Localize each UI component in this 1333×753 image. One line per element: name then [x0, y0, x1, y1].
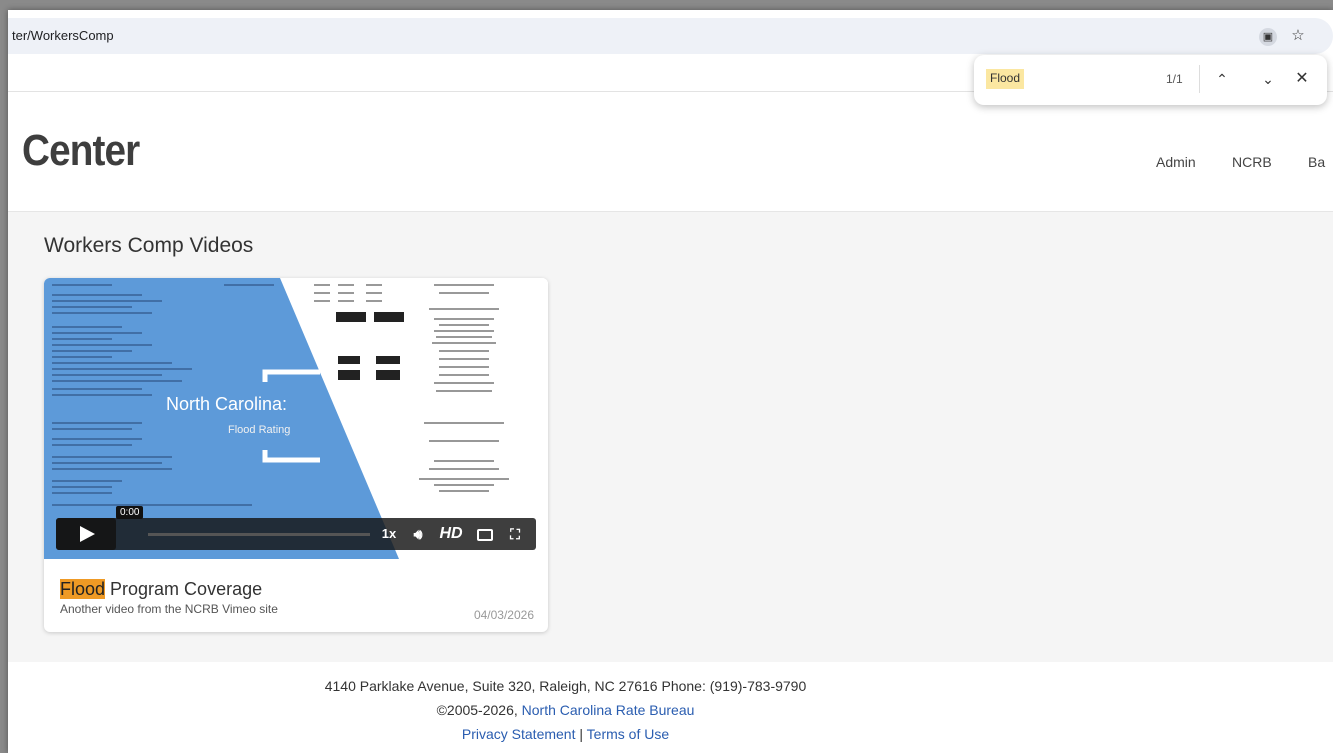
video-title-rest: Program Coverage	[105, 579, 263, 599]
footer-links: Privacy Statement | Terms of Use	[8, 726, 1123, 742]
video-title[interactable]: Flood Program Coverage	[60, 579, 262, 600]
close-icon[interactable]: ✕	[1290, 67, 1314, 91]
copyright-text: ©2005-2026,	[436, 702, 522, 718]
find-divider	[1199, 65, 1200, 93]
footer: 4140 Parklake Avenue, Suite 320, Raleigh…	[8, 662, 1333, 753]
progress-bar[interactable]	[148, 533, 370, 536]
terms-link[interactable]: Terms of Use	[587, 726, 669, 742]
find-next-icon[interactable]: ⌄	[1256, 67, 1280, 91]
main-content: Workers Comp Videos North Carolina: Floo…	[8, 212, 1333, 662]
video-description: Another video from the NCRB Vimeo site	[60, 602, 278, 616]
address-bar[interactable]: ter/WorkersComp ▣ ☆	[8, 18, 1333, 54]
footer-separator: |	[575, 726, 587, 742]
speed-button[interactable]: 1x	[378, 518, 400, 550]
volume-icon[interactable]: 🔊︎	[406, 518, 430, 550]
find-prev-icon[interactable]: ⌃	[1210, 67, 1234, 91]
nav-item-ncrb[interactable]: NCRB	[1232, 154, 1272, 170]
browser-window: ter/WorkersComp ▣ ☆ Center Admin NCRB Ba…	[8, 10, 1333, 753]
overlay-title: North Carolina:	[166, 394, 288, 414]
play-button[interactable]	[56, 518, 116, 550]
time-display: 0:00	[116, 506, 144, 519]
find-bar: Flood 1/1 ⌃ ⌄ ✕	[974, 55, 1327, 105]
pip-icon[interactable]	[474, 518, 496, 550]
nav-item-admin[interactable]: Admin	[1156, 154, 1196, 170]
find-count: 1/1	[1166, 72, 1183, 86]
player-controls: 0:00 1x 🔊︎ HD ⛶	[56, 506, 536, 550]
video-date: 04/03/2026	[473, 608, 534, 622]
site-header: Center Admin NCRB Ba	[8, 92, 1333, 212]
org-link[interactable]: North Carolina Rate Bureau	[522, 702, 695, 718]
nav-item-ba[interactable]: Ba	[1308, 154, 1325, 170]
privacy-link[interactable]: Privacy Statement	[462, 726, 576, 742]
page-info-icon[interactable]: ▣	[1258, 26, 1278, 46]
find-highlight: Flood	[60, 579, 106, 599]
video-card[interactable]: North Carolina: Flood Rating 0:00 1x 🔊︎ …	[44, 278, 548, 632]
footer-address: 4140 Parklake Avenue, Suite 320, Raleigh…	[324, 678, 807, 694]
overlay-subtitle: Flood Rating	[228, 424, 291, 436]
section-title: Workers Comp Videos	[44, 234, 254, 257]
video-thumbnail[interactable]: North Carolina: Flood Rating 0:00 1x 🔊︎ …	[44, 278, 548, 559]
hd-button[interactable]: HD	[436, 518, 466, 550]
find-input[interactable]: Flood	[986, 69, 1025, 89]
page-title: Center	[22, 126, 140, 175]
url-text[interactable]: ter/WorkersComp	[12, 28, 114, 43]
footer-copyright-line: ©2005-2026, North Carolina Rate Bureau	[8, 702, 1123, 718]
bookmark-star-icon[interactable]: ☆	[1288, 26, 1308, 46]
play-icon	[80, 526, 95, 542]
fullscreen-icon[interactable]: ⛶	[504, 518, 526, 550]
